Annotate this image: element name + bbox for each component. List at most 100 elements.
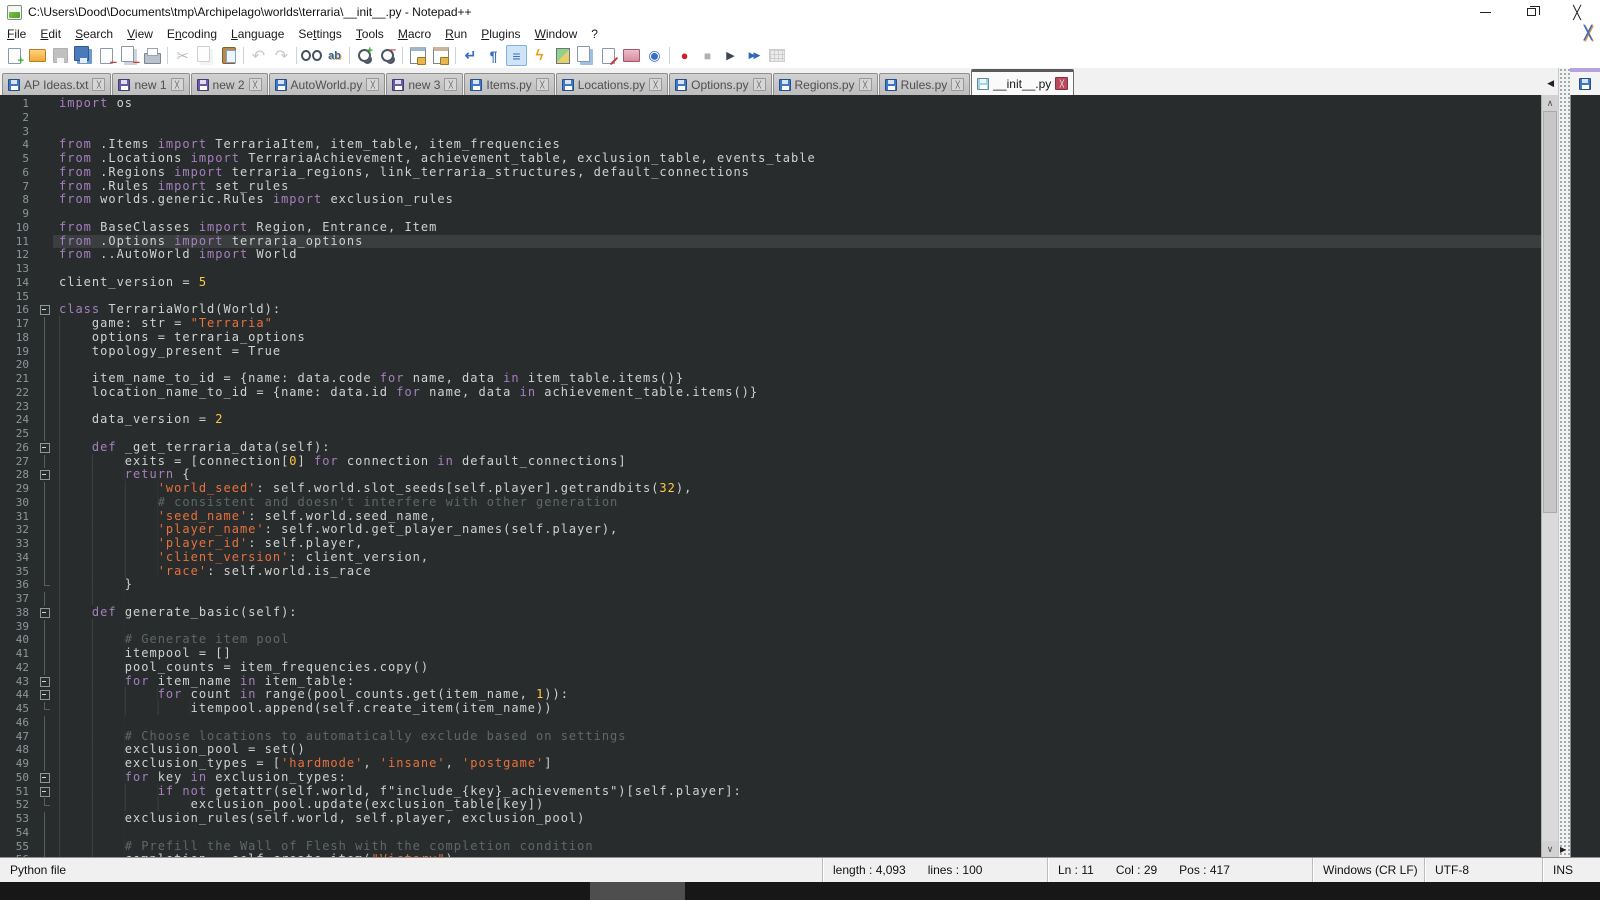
minimize-button[interactable]	[1462, 0, 1508, 24]
code-line[interactable]: 24 data_version = 2	[0, 413, 1541, 427]
code-line[interactable]: 31 'seed_name': self.world.seed_name,	[0, 510, 1541, 524]
code-line[interactable]: 52 exclusion_pool.update(exclusion_table…	[0, 798, 1541, 812]
replace-button[interactable]	[324, 45, 345, 66]
line-number[interactable]: 10	[0, 221, 38, 235]
line-number[interactable]: 55	[0, 840, 38, 854]
code-line[interactable]: 43 for item_name in item_table:	[0, 675, 1541, 689]
line-number[interactable]: 42	[0, 661, 38, 675]
line-number[interactable]: 2	[0, 111, 38, 125]
line-number[interactable]: 52	[0, 798, 38, 812]
code-line[interactable]: 47 # Choose locations to automatically e…	[0, 730, 1541, 744]
line-number[interactable]: 27	[0, 455, 38, 469]
code-line[interactable]: 11from .Options import terraria_options	[0, 235, 1541, 249]
line-number[interactable]: 51	[0, 785, 38, 799]
tab--init-py[interactable]: __init__.py╳	[971, 69, 1074, 95]
code-line[interactable]: 8from worlds.generic.Rules import exclus…	[0, 193, 1541, 207]
close-window-button[interactable]: ╳	[1554, 0, 1600, 24]
code-line[interactable]: 37	[0, 592, 1541, 606]
code-line[interactable]: 38 def generate_basic(self):	[0, 606, 1541, 620]
edit-marker-button[interactable]	[598, 45, 619, 66]
menu-item-edit[interactable]: Edit	[33, 26, 68, 42]
code-line[interactable]: 18 options = terraria_options	[0, 331, 1541, 345]
line-number[interactable]: 47	[0, 730, 38, 744]
line-number[interactable]: 17	[0, 317, 38, 331]
document-map-button[interactable]	[552, 45, 573, 66]
line-number[interactable]: 28	[0, 468, 38, 482]
code-line[interactable]: 9	[0, 207, 1541, 221]
status-eol-section[interactable]: Windows (CR LF)	[1312, 858, 1424, 882]
line-number[interactable]: 35	[0, 565, 38, 579]
code-line[interactable]: 10from BaseClasses import Region, Entran…	[0, 221, 1541, 235]
tab-close-button[interactable]: ╳	[1055, 77, 1068, 90]
panel-close-x-icon[interactable]: ╳	[1584, 25, 1592, 41]
line-number[interactable]: 25	[0, 427, 38, 441]
code-line[interactable]: 45 itempool.append(self.create_item(item…	[0, 702, 1541, 716]
menu-item-macro[interactable]: Macro	[391, 26, 438, 42]
tab-rules-py[interactable]: Rules.py╳	[879, 73, 971, 95]
line-number[interactable]: 22	[0, 386, 38, 400]
vertical-scrollbar[interactable]: ∧ ∨	[1541, 95, 1558, 857]
line-number[interactable]: 8	[0, 193, 38, 207]
word-wrap-button[interactable]	[460, 45, 481, 66]
code-line[interactable]: 26 def _get_terraria_data(self):	[0, 441, 1541, 455]
document-switcher-button[interactable]	[575, 45, 596, 66]
code-line[interactable]: 53 exclusion_rules(self.world, self.play…	[0, 812, 1541, 826]
sync-vertical-scroll-button[interactable]	[407, 45, 428, 66]
fold-toggle[interactable]	[38, 675, 53, 689]
tab-close-button[interactable]: ╳	[859, 78, 872, 91]
fold-toggle[interactable]	[38, 441, 53, 455]
line-number[interactable]: 49	[0, 757, 38, 771]
tab-ap-ideas-txt[interactable]: AP Ideas.txt╳	[2, 73, 111, 95]
close-all-button[interactable]	[119, 45, 140, 66]
fold-toggle[interactable]	[38, 688, 53, 702]
line-number[interactable]: 38	[0, 606, 38, 620]
line-number[interactable]: 1	[0, 97, 38, 111]
line-number[interactable]: 43	[0, 675, 38, 689]
line-number[interactable]: 11	[0, 235, 38, 249]
macro-record-button[interactable]	[674, 45, 695, 66]
code-line[interactable]: 48 exclusion_pool = set()	[0, 743, 1541, 757]
line-number[interactable]: 5	[0, 152, 38, 166]
tab-new-3[interactable]: new 3╳	[386, 73, 463, 95]
code-line[interactable]: 46	[0, 716, 1541, 730]
pane-scroll-right-arrow[interactable]: ▶	[1560, 845, 1566, 854]
tab-close-button[interactable]: ╳	[444, 78, 457, 91]
code-line[interactable]: 36 }	[0, 578, 1541, 592]
menu-item-language[interactable]: Language	[224, 26, 291, 42]
sync-horizontal-scroll-button[interactable]	[430, 45, 451, 66]
code-line[interactable]: 29 'world_seed': self.world.slot_seeds[s…	[0, 482, 1541, 496]
line-number[interactable]: 29	[0, 482, 38, 496]
status-insert-mode-section[interactable]: INS	[1542, 858, 1600, 882]
code-line[interactable]: 19 topology_present = True	[0, 345, 1541, 359]
line-number[interactable]: 4	[0, 138, 38, 152]
fold-toggle[interactable]	[38, 606, 53, 620]
line-number[interactable]: 37	[0, 592, 38, 606]
menu-item-plugins[interactable]: Plugins	[474, 26, 527, 42]
code-line[interactable]: 41 itempool = []	[0, 647, 1541, 661]
code-line[interactable]: 39	[0, 620, 1541, 634]
code-line[interactable]: 6from .Regions import terraria_regions, …	[0, 166, 1541, 180]
line-number[interactable]: 3	[0, 125, 38, 139]
tab-locations-py[interactable]: Locations.py╳	[556, 73, 668, 95]
view-splitter[interactable]: ▶	[1558, 68, 1570, 857]
status-encoding-section[interactable]: UTF-8	[1424, 858, 1542, 882]
line-number[interactable]: 7	[0, 180, 38, 194]
code-line[interactable]: 44 for count in range(pool_counts.get(it…	[0, 688, 1541, 702]
code-line[interactable]: 40 # Generate item pool	[0, 633, 1541, 647]
macro-playback-button[interactable]	[720, 45, 741, 66]
code-line[interactable]: 30 # consistent and doesn't interfere wi…	[0, 496, 1541, 510]
line-number[interactable]: 9	[0, 207, 38, 221]
code-line[interactable]: 25	[0, 427, 1541, 441]
line-number[interactable]: 50	[0, 771, 38, 785]
find-button[interactable]	[301, 45, 322, 66]
line-number[interactable]: 23	[0, 400, 38, 414]
line-number[interactable]: 48	[0, 743, 38, 757]
code-line[interactable]: 14client_version = 5	[0, 276, 1541, 290]
code-line[interactable]: 22 location_name_to_id = {name: data.id …	[0, 386, 1541, 400]
line-number[interactable]: 14	[0, 276, 38, 290]
line-number[interactable]: 33	[0, 537, 38, 551]
close-button[interactable]	[96, 45, 117, 66]
zoom-in-button[interactable]	[354, 45, 375, 66]
code-line[interactable]: 5from .Locations import TerrariaAchievem…	[0, 152, 1541, 166]
paste-button[interactable]	[218, 45, 239, 66]
